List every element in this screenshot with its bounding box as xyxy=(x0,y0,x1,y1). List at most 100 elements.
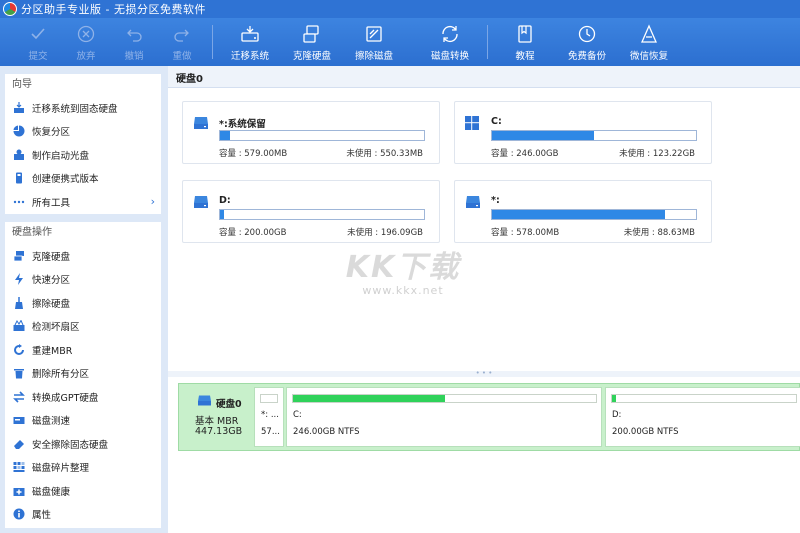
partition-card[interactable]: *: 容量 : 578.00MB 未使用 : 88.63MB xyxy=(454,180,712,243)
sidebar-item-quick-partition[interactable]: 快速分区 xyxy=(5,268,161,292)
partition-capacity: 容量 : 578.00MB xyxy=(491,228,560,238)
disk-name: 硬盘0 xyxy=(216,399,242,410)
partition-name: *: xyxy=(491,195,500,206)
tutorial-icon xyxy=(515,24,535,44)
title-bar: 分区助手专业版 - 无损分区免费软件 xyxy=(0,0,800,18)
disk-segment[interactable]: C: 246.00GB NTFS xyxy=(286,387,602,447)
sidebar-item-portable[interactable]: 创建便携式版本 xyxy=(5,167,161,191)
sidebar-item-disk-health[interactable]: 磁盘健康 xyxy=(5,479,161,503)
defrag-icon xyxy=(13,461,25,473)
disk-icon xyxy=(197,395,212,406)
portable-icon xyxy=(13,172,25,184)
toolbar: 提交 放弃 撤销 重做 迁移系统 克隆硬盘 擦除磁盘 磁盘转换 教程 免费备份 … xyxy=(0,18,800,66)
convert-disk-icon xyxy=(440,24,460,44)
partition-card[interactable]: C: 容量 : 246.00GB 未使用 : 123.22GB xyxy=(454,101,712,164)
convert-icon xyxy=(13,391,25,403)
sidebar-item-defrag[interactable]: 磁盘碎片整理 xyxy=(5,456,161,480)
sidebar-item-secure-erase[interactable]: 安全擦除固态硬盘 xyxy=(5,432,161,456)
wipe-disk-icon xyxy=(364,24,384,44)
usage-bar xyxy=(219,130,425,141)
disk-segment[interactable]: D: 200.00GB NTFS xyxy=(605,387,800,447)
disk-ops-section: 硬盘操作 克隆硬盘 快速分区 擦除硬盘 检测坏扇区 重建MBR 删除所有分区 转… xyxy=(5,222,161,528)
redo-icon xyxy=(172,24,192,44)
clone-disk-icon xyxy=(302,24,322,44)
segment-name: D: xyxy=(612,410,622,420)
tutorial-button[interactable]: 教程 xyxy=(494,18,556,66)
sidebar-item-all-tools[interactable]: 所有工具 › xyxy=(5,190,161,214)
partition-free: 未使用 : 550.33MB xyxy=(346,149,423,159)
partition-capacity: 容量 : 200.00GB xyxy=(219,228,287,238)
segment-name: C: xyxy=(293,410,302,420)
partition-capacity: 容量 : 579.00MB xyxy=(219,149,288,159)
segment-bar xyxy=(611,394,797,403)
migrate-os-button[interactable]: 迁移系统 xyxy=(219,18,281,66)
sidebar-item-rebuild-mbr[interactable]: 重建MBR xyxy=(5,338,161,362)
eraser-icon xyxy=(13,438,25,450)
partition-free: 未使用 : 196.09GB xyxy=(347,228,423,238)
drive-icon xyxy=(465,195,481,209)
main-panel: 硬盘0 *:系统保留 容量 : 579.00MB 未使用 : 550.33MB … xyxy=(168,66,800,533)
redo-button[interactable]: 重做 xyxy=(158,18,206,66)
migrate-ssd-icon xyxy=(13,101,25,114)
recovery-icon xyxy=(639,24,659,44)
watermark-logo: KK下载 xyxy=(345,250,461,285)
sidebar-item-bad-sector[interactable]: 检测坏扇区 xyxy=(5,315,161,339)
sidebar-item-boot-disc[interactable]: 制作启动光盘 xyxy=(5,143,161,167)
pane-splitter[interactable]: • • • xyxy=(168,370,800,377)
submit-button[interactable]: 提交 xyxy=(14,18,62,66)
health-icon xyxy=(13,485,25,497)
partition-name: D: xyxy=(219,195,231,206)
usage-bar xyxy=(491,130,697,141)
convert-disk-button[interactable]: 磁盘转换 xyxy=(419,18,481,66)
partition-card[interactable]: *:系统保留 容量 : 579.00MB 未使用 : 550.33MB xyxy=(182,101,440,164)
sidebar-item-recover-partition[interactable]: 恢复分区 xyxy=(5,120,161,144)
sidebar-item-migrate-ssd[interactable]: 迁移系统到固态硬盘 xyxy=(5,96,161,120)
segment-info: 200.00GB NTFS xyxy=(612,427,679,437)
tab-disk0[interactable]: 硬盘0 xyxy=(176,70,203,85)
partition-name: C: xyxy=(491,116,502,127)
sidebar-item-wipe-disk[interactable]: 擦除硬盘 xyxy=(5,291,161,315)
broom-icon xyxy=(13,296,25,309)
usage-fill xyxy=(220,131,231,140)
rebuild-icon xyxy=(13,343,25,356)
usage-bar xyxy=(219,209,425,220)
sidebar-item-properties[interactable]: 属性 xyxy=(5,503,161,527)
segment-fill xyxy=(293,395,445,402)
disk-type: 基本 MBR xyxy=(195,416,239,427)
migrate-os-icon xyxy=(240,24,260,44)
wechat-recovery-button[interactable]: 微信恢复 xyxy=(618,18,680,66)
disk-info: 硬盘0 基本 MBR 447.13GB xyxy=(179,384,253,450)
discard-icon xyxy=(76,24,96,44)
undo-button[interactable]: 撤销 xyxy=(110,18,158,66)
sidebar-item-disk-speed[interactable]: 磁盘测速 xyxy=(5,409,161,433)
discard-button[interactable]: 放弃 xyxy=(62,18,110,66)
watermark: KK下载 www.kkx.net xyxy=(338,242,468,297)
window-title: 分区助手专业版 - 无损分区免费软件 xyxy=(21,3,206,16)
disk-segment[interactable]: *: ... 57... xyxy=(254,387,284,447)
segment-info: 246.00GB NTFS xyxy=(293,427,360,437)
segment-name: *: ... xyxy=(261,410,279,420)
disk-ops-header: 硬盘操作 xyxy=(12,227,52,238)
partition-free: 未使用 : 123.22GB xyxy=(619,149,695,159)
undo-icon xyxy=(124,24,144,44)
clone-disk-button[interactable]: 克隆硬盘 xyxy=(281,18,343,66)
sidebar: 向导 迁移系统到固态硬盘 恢复分区 制作启动光盘 创建便携式版本 所有工具 › … xyxy=(0,66,168,533)
check-icon xyxy=(28,24,48,44)
partition-card[interactable]: D: 容量 : 200.00GB 未使用 : 196.09GB xyxy=(182,180,440,243)
sidebar-item-clone-disk[interactable]: 克隆硬盘 xyxy=(5,244,161,268)
toolbar-separator xyxy=(487,25,488,59)
disk-size: 447.13GB xyxy=(195,426,243,437)
sidebar-item-delete-all[interactable]: 删除所有分区 xyxy=(5,362,161,386)
partition-free: 未使用 : 88.63MB xyxy=(623,228,695,238)
disk-map-row[interactable]: 硬盘0 基本 MBR 447.13GB *: ... 57... C: 246.… xyxy=(178,383,800,451)
free-backup-button[interactable]: 免费备份 xyxy=(556,18,618,66)
segment-bar xyxy=(292,394,597,403)
usage-bar xyxy=(491,209,697,220)
wipe-disk-button[interactable]: 擦除磁盘 xyxy=(343,18,405,66)
wizard-header: 向导 xyxy=(12,79,32,90)
lightning-icon xyxy=(13,273,25,286)
more-icon xyxy=(13,196,25,208)
drive-icon xyxy=(193,195,209,209)
scan-icon xyxy=(13,320,25,332)
sidebar-item-convert-gpt[interactable]: 转换成GPT硬盘 xyxy=(5,385,161,409)
